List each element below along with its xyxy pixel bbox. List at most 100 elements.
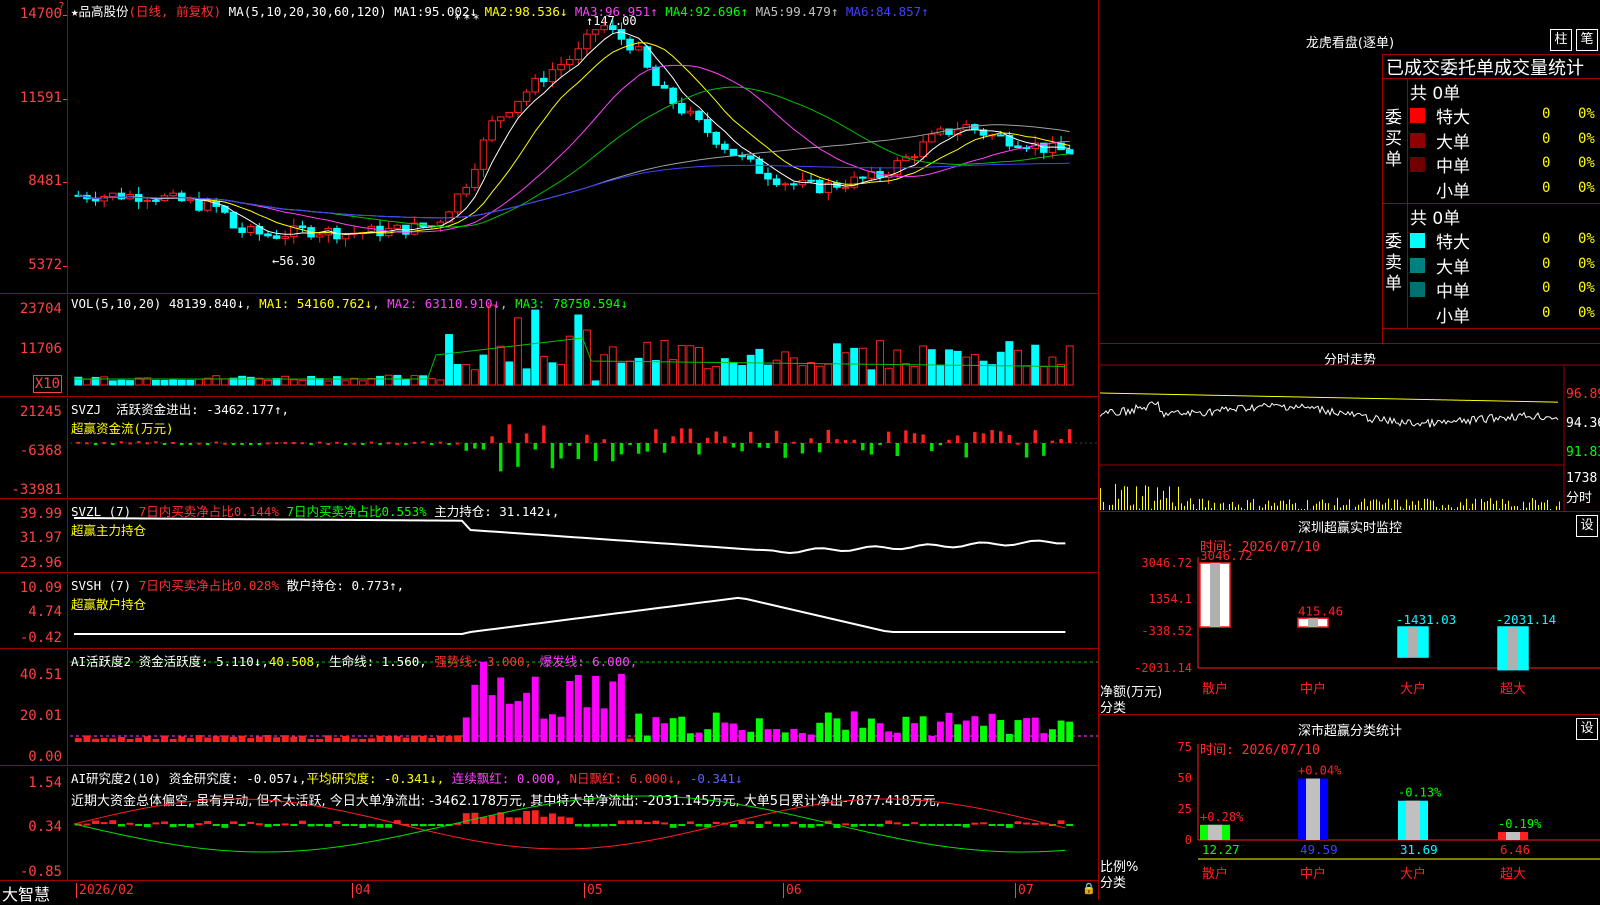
svzl-pane[interactable]: 39.99 31.97 23.96 SVZL (7) 7日内买卖净占比0.144… [0,500,1098,573]
activity-bar [92,739,99,742]
row-label: 小单 [1436,177,1470,202]
intraday-vol-bar [1451,507,1452,510]
sell-side-label: 委卖单 [1385,232,1405,295]
volume-bar [290,380,297,385]
intraday-vol-bar [1145,485,1146,510]
research-bar [282,823,289,825]
sell-total: 共 0单 [1410,204,1460,228]
volume-bar [954,351,961,385]
volume-pane[interactable]: 23704 11706 X10 VOL(5,10,20) 48139.840↓,… [0,295,1098,397]
candle-body [722,144,729,149]
intraday-vol-bar [1391,509,1392,510]
intraday-vol-bar [1133,504,1134,510]
flow-bar [309,443,312,445]
intraday-panel[interactable]: 分时走势 96.89 94.36 91.83 1738 分时 [1100,345,1600,512]
candle-body [230,212,237,228]
intraday-vol-bar [1112,505,1113,510]
volume-bar [385,375,392,385]
flow-bar [801,443,804,454]
research-bar [540,817,547,824]
activity-bar [627,739,634,742]
activity-bar [773,729,780,742]
stock-name[interactable]: ★品高股份 [71,4,129,19]
class-value: 6.46 [1500,842,1530,857]
lock-icon[interactable]: 🔒 [1082,882,1096,895]
color-swatch [1410,108,1425,123]
flow-bar [646,443,649,452]
intraday-vol-bar [1409,506,1410,510]
ai-research-pane[interactable]: 1.54 0.34 -0.85 AI研究度2(10) 资金研究度: -0.057… [0,767,1098,881]
intraday-vol-bar [1211,508,1212,510]
flow-bar [904,430,907,443]
svzj-pane[interactable]: 21245 -6368 -33981 SVZJ 活跃资金进出: -3462.17… [0,398,1098,499]
sz-class-panel[interactable]: 深市超赢分类统计 设 时间: 2026/07/10 7550250+0.28%1… [1100,716,1600,900]
ma-label: MA(5,10,20,30,60,120) [229,4,387,19]
volume-bar [428,379,435,385]
intraday-vol-bar [1340,507,1341,510]
svsh-pane[interactable]: 10.09 4.74 -0.42 SVSH (7) 7日内买卖净占比0.028%… [0,574,1098,649]
intraday-vol-bar [1181,503,1182,510]
research-bar [1006,824,1013,828]
volume-bar [1049,357,1056,385]
row-count: 0 [1542,231,1550,247]
activity-bar [196,735,203,742]
activity-bar [385,736,392,742]
color-swatch [1410,133,1425,148]
flow-bar [982,433,985,443]
monitor-bar-shade [1508,627,1518,670]
research-bar [670,824,677,828]
intraday-vol-bar [1445,508,1446,510]
volume-bar [868,370,875,385]
intraday-vol-bar [1538,505,1539,510]
bar-view-button[interactable]: 柱 [1550,29,1572,51]
flow-bar [965,443,968,457]
volume-bar [454,365,461,385]
intraday-vol-bar [1289,500,1290,510]
candle-body [696,111,703,119]
intraday-vol-bar [1160,500,1161,510]
research-bar [532,810,539,824]
flow-bar [723,436,726,443]
flow-bar [370,442,373,444]
activity-bar [273,737,280,742]
volume-bar [920,346,927,385]
ma-value-5: MA5: [756,4,786,19]
intraday-vol-bar [1196,509,1197,510]
activity-bar [428,738,435,742]
flow-bar [1033,430,1036,443]
intraday-vol-bar [1364,499,1365,510]
intraday-vol-bar [1328,503,1329,510]
activity-bar [635,714,642,742]
activity-bar [497,678,504,742]
volume-bar [1040,367,1047,385]
sz-monitor-panel[interactable]: 深圳超赢实时监控 设 时间: 2026/07/10 3046.721354.1-… [1100,513,1600,715]
volume-bar [989,365,996,385]
flow-bar [137,441,140,443]
volume-bar [359,381,366,385]
volume-bar [170,380,177,385]
volume-bar [566,336,573,385]
intraday-vol-bar [1190,498,1191,510]
class-category: 中户 [1300,866,1326,882]
candle-body [808,180,815,181]
volume-bar [316,379,323,385]
date-label: 2026/02 [76,883,134,898]
kline-mode[interactable]: (日线, 前复权) [129,4,222,19]
ai-activity-pane[interactable]: 40.51 20.01 0.00 AI活跃度2 资金活跃度: 5.110↓,40… [0,650,1098,766]
flow-bar [585,435,588,443]
intraday-vol-bar [1337,498,1338,510]
class-change: +0.04% [1298,764,1342,778]
research-bar [351,824,358,826]
kline-pane[interactable]: 14700 11591 8481 5372 ? ★品高股份(日线, 前复权) M… [0,0,1098,294]
candle-body [1066,150,1073,154]
svzl-title: SVZL (7) 7日内买卖净占比0.144% 7日内买卖净占比0.553% 主… [71,501,559,539]
intraday-vol-bar [1253,499,1254,510]
tick-view-button[interactable]: 笔 [1576,29,1598,51]
intraday-vol-bar [1427,499,1428,510]
ma-line [78,43,1069,234]
candle-body [610,26,617,30]
intraday-vol-bar [1115,484,1116,510]
intraday-vol-bar [1397,500,1398,510]
activity-bar [308,739,315,742]
intraday-vol-bar [1490,498,1491,510]
